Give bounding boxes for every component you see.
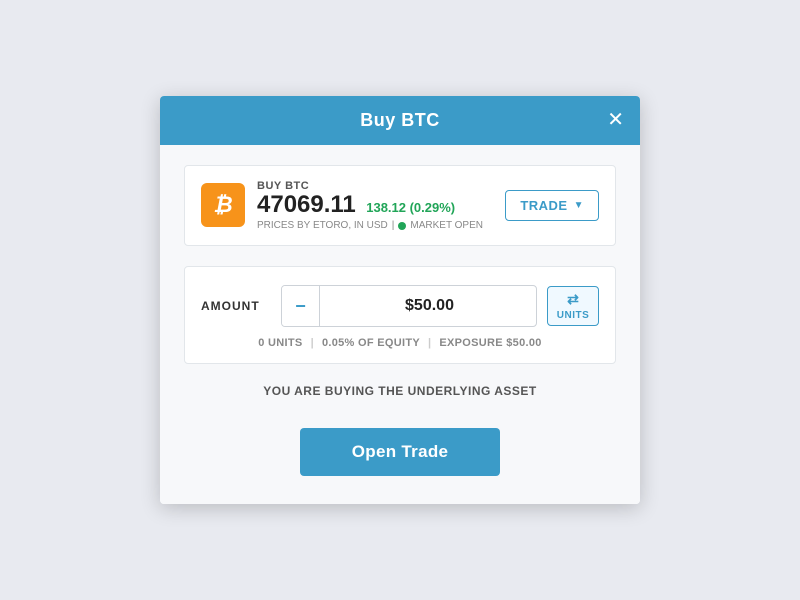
asset-details: BUY BTC 47069.11 138.12 (0.29%) PRICES B… — [257, 180, 483, 231]
btc-icon: ₿ — [201, 183, 245, 227]
trade-dropdown-button[interactable]: TRADE ▼ — [505, 190, 599, 221]
asset-meta-market: MARKET OPEN — [410, 220, 483, 231]
underlying-asset-message: YOU ARE BUYING THE UNDERLYING ASSET — [184, 384, 616, 398]
modal-title: Buy BTC — [360, 110, 440, 131]
asset-info: ₿ BUY BTC 47069.11 138.12 (0.29%) PRICES… — [201, 180, 483, 231]
amount-label: AMOUNT — [201, 299, 271, 313]
amount-controls: − + — [281, 285, 537, 327]
decrease-amount-button[interactable]: − — [282, 286, 320, 326]
asset-meta-prices: PRICES BY ETORO, IN USD — [257, 220, 388, 231]
asset-meta: PRICES BY ETORO, IN USD | MARKET OPEN — [257, 220, 483, 231]
swap-icon: ⇄ — [567, 291, 579, 308]
btc-symbol: ₿ — [213, 192, 232, 218]
asset-price: 47069.11 — [257, 191, 356, 218]
amount-row: AMOUNT − + ⇄ UNITS — [201, 285, 599, 327]
market-open-dot — [398, 222, 406, 230]
separator: | — [392, 220, 395, 231]
exposure-value: EXPOSURE $50.00 — [439, 337, 541, 349]
asset-change: 138.12 (0.29%) — [366, 200, 455, 215]
asset-row: ₿ BUY BTC 47069.11 138.12 (0.29%) PRICES… — [184, 165, 616, 246]
close-button[interactable]: ✕ — [607, 110, 624, 130]
modal-header: Buy BTC ✕ — [160, 96, 640, 145]
amount-sub-info: 0 UNITS | 0.05% OF EQUITY | EXPOSURE $50… — [201, 337, 599, 349]
amount-input[interactable] — [320, 289, 537, 323]
buy-btc-modal: Buy BTC ✕ ₿ BUY BTC 47069.11 138.12 (0.2… — [160, 96, 640, 504]
equity-value: 0.05% OF EQUITY — [322, 337, 420, 349]
units-toggle-label: UNITS — [557, 310, 590, 321]
units-value: 0 UNITS — [258, 337, 302, 349]
divider-2: | — [428, 337, 431, 349]
divider-1: | — [311, 337, 314, 349]
open-trade-button[interactable]: Open Trade — [300, 428, 500, 476]
trade-dropdown-label: TRADE — [520, 198, 567, 213]
units-toggle-button[interactable]: ⇄ UNITS — [547, 286, 599, 326]
amount-section: AMOUNT − + ⇄ UNITS 0 UNITS | 0.05% OF EQ… — [184, 266, 616, 364]
asset-price-row: 47069.11 138.12 (0.29%) — [257, 192, 483, 218]
modal-body: ₿ BUY BTC 47069.11 138.12 (0.29%) PRICES… — [160, 145, 640, 504]
chevron-down-icon: ▼ — [574, 200, 584, 211]
